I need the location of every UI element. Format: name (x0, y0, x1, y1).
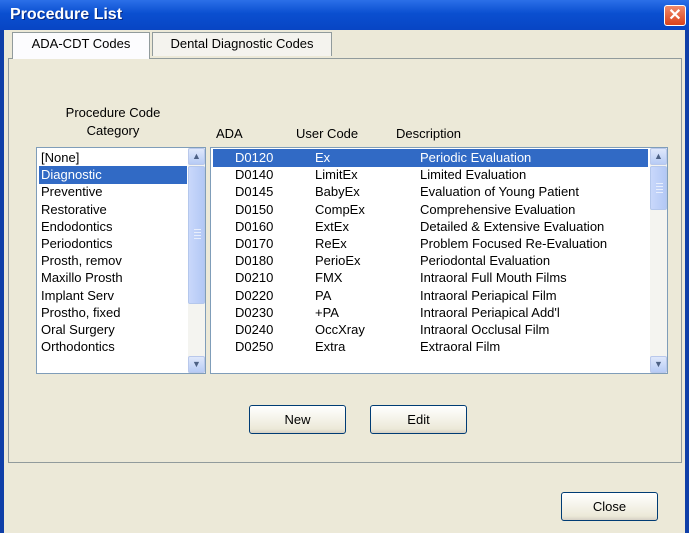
procedure-cell-ada: D0145 (235, 184, 274, 200)
procedure-cell-description: Comprehensive Evaluation (420, 201, 576, 217)
procedure-cell-ada: D0220 (235, 287, 274, 303)
procedure-table-row[interactable]: D0220 PA Intraoral Periapical Film (213, 287, 648, 305)
procedure-cell-ada: D0170 (235, 236, 274, 251)
procedure-table-row[interactable]: D0150 CompEx Comprehensive Evaluation (213, 201, 648, 219)
procedure-cell-user-code: Ex (315, 150, 331, 165)
procedure-cell-ada: D0180 (235, 253, 274, 269)
procedure-cell-description: Intraoral Periapical Add'l (420, 304, 560, 320)
scroll-down-icon[interactable]: ▼ (188, 356, 205, 373)
procedure-list-window: Procedure List ✕ ADA-CDT Codes Dental Di… (0, 0, 689, 533)
procedure-cell-description: Detailed & Extensive Evaluation (420, 218, 605, 234)
procedure-cell-ada: D0160 (235, 218, 274, 234)
procedure-scrollbar[interactable]: ▲ ▼ (650, 148, 667, 373)
category-label-line2: Category (86, 123, 140, 138)
category-list-item[interactable]: Maxillo Prosth (39, 269, 187, 287)
category-list-item[interactable]: Endodontics (39, 218, 187, 236)
title-bar[interactable]: Procedure List ✕ (0, 0, 689, 30)
new-button[interactable]: New (249, 405, 346, 434)
tab-ada-cdt-codes-label: ADA-CDT Codes (31, 36, 131, 51)
category-scroll-thumb[interactable] (188, 166, 205, 304)
procedure-cell-user-code: BabyEx (315, 184, 360, 200)
category-list-item[interactable]: Periodontics (39, 235, 187, 253)
category-list-item[interactable]: Diagnostic (39, 166, 187, 185)
procedure-cell-ada: D0250 (235, 339, 274, 355)
procedure-cell-ada: D0140 (235, 167, 274, 183)
close-window-icon[interactable]: ✕ (664, 5, 686, 26)
procedure-table-row[interactable]: D0160 ExtEx Detailed & Extensive Evaluatio… (213, 218, 648, 236)
window-title: Procedure List (10, 6, 123, 23)
scroll-down-icon[interactable]: ▼ (650, 356, 667, 373)
procedure-table-row[interactable]: D0140 LimitEx Limited Evaluation (213, 166, 648, 184)
category-label-line1: Procedure Code (65, 105, 161, 120)
category-list-item[interactable]: [None] (39, 149, 187, 167)
procedure-cell-user-code: PA (315, 287, 332, 303)
procedure-table-row[interactable]: D0170 ReEx Problem Focused Re-Evaluation (213, 235, 648, 253)
procedure-cell-description: Intraoral Occlusal Film (420, 322, 550, 337)
category-listbox[interactable]: [None] Diagnostic Preventive Restorative End… (36, 147, 206, 374)
procedure-table-row[interactable]: D0120 Ex Periodic Evaluation (213, 149, 648, 167)
procedure-cell-user-code: CompEx (315, 201, 365, 217)
procedure-cell-description: Periodontal Evaluation (420, 253, 551, 269)
procedure-cell-user-code: ExtEx (315, 218, 349, 234)
category-list-item[interactable]: Orthodontics (39, 338, 187, 356)
procedure-cell-description: Extraoral Film (420, 339, 501, 355)
tab-panel-ada-cdt: Procedure Code Category ADA User Code De… (8, 58, 682, 463)
procedure-cell-ada: D0210 (235, 270, 274, 286)
procedure-table-row[interactable]: D0230 +PA Intraoral Periapical Add'l (213, 304, 648, 322)
close-button[interactable]: Close (561, 492, 658, 521)
procedure-table-row[interactable]: D0145 BabyEx Evaluation of Young Patient (213, 183, 648, 201)
procedure-table-row[interactable]: D0250 Extra Extraoral Film (213, 338, 648, 356)
procedure-cell-user-code: PerioEx (315, 253, 361, 269)
column-header-ada[interactable]: ADA (216, 126, 243, 141)
procedure-cell-ada: D0230 (235, 304, 274, 320)
category-list-item[interactable]: Restorative (39, 201, 187, 219)
category-list-item[interactable]: Oral Surgery (39, 321, 187, 339)
tab-dental-diagnostic-codes[interactable]: Dental Diagnostic Codes (152, 32, 332, 56)
procedure-cell-description: Periodic Evaluation (420, 150, 532, 165)
procedure-cell-user-code: LimitEx (315, 167, 358, 183)
procedure-cell-description: Problem Focused Re-Evaluation (420, 236, 608, 251)
procedure-scroll-thumb[interactable] (650, 166, 667, 210)
column-header-description[interactable]: Description (396, 126, 461, 141)
category-list-item[interactable]: Prostho, fixed (39, 304, 187, 322)
tab-dental-diagnostic-codes-label: Dental Diagnostic Codes (170, 36, 314, 51)
procedure-cell-ada: D0120 (235, 150, 274, 165)
procedure-table-row[interactable]: D0210 FMX Intraoral Full Mouth Films (213, 269, 648, 287)
scroll-up-icon[interactable]: ▲ (650, 148, 667, 165)
procedure-cell-ada: D0150 (235, 201, 274, 217)
edit-button[interactable]: Edit (370, 405, 467, 434)
procedure-cell-description: Evaluation of Young Patient (420, 184, 580, 200)
category-list-item[interactable]: Implant Serv (39, 287, 187, 305)
procedure-cell-user-code: OccXray (315, 322, 365, 337)
procedure-cell-user-code: Extra (315, 339, 346, 355)
scroll-up-icon[interactable]: ▲ (188, 148, 205, 165)
category-list-item[interactable]: Preventive (39, 183, 187, 201)
tab-ada-cdt-codes[interactable]: ADA-CDT Codes (12, 32, 150, 59)
procedure-table-row[interactable]: D0240 OccXray Intraoral Occlusal Film (213, 321, 648, 339)
procedure-cell-user-code: FMX (315, 270, 343, 286)
procedure-cell-description: Limited Evaluation (420, 167, 527, 183)
procedure-cell-user-code: ReEx (315, 236, 347, 251)
procedure-table-row[interactable]: D0180 PerioEx Periodontal Evaluation (213, 252, 648, 270)
procedure-cell-description: Intraoral Full Mouth Films (420, 270, 567, 286)
procedure-cell-description: Intraoral Periapical Film (420, 287, 557, 303)
procedure-cell-ada: D0240 (235, 322, 274, 337)
category-scrollbar[interactable]: ▲ ▼ (188, 148, 205, 373)
procedure-cell-user-code: +PA (315, 304, 339, 320)
category-list-item[interactable]: Prosth, remov (39, 252, 187, 270)
column-header-user-code[interactable]: User Code (296, 126, 358, 141)
procedure-listbox[interactable]: D0120 Ex Periodic Evaluation D0140 LimitEx Li… (210, 147, 668, 374)
